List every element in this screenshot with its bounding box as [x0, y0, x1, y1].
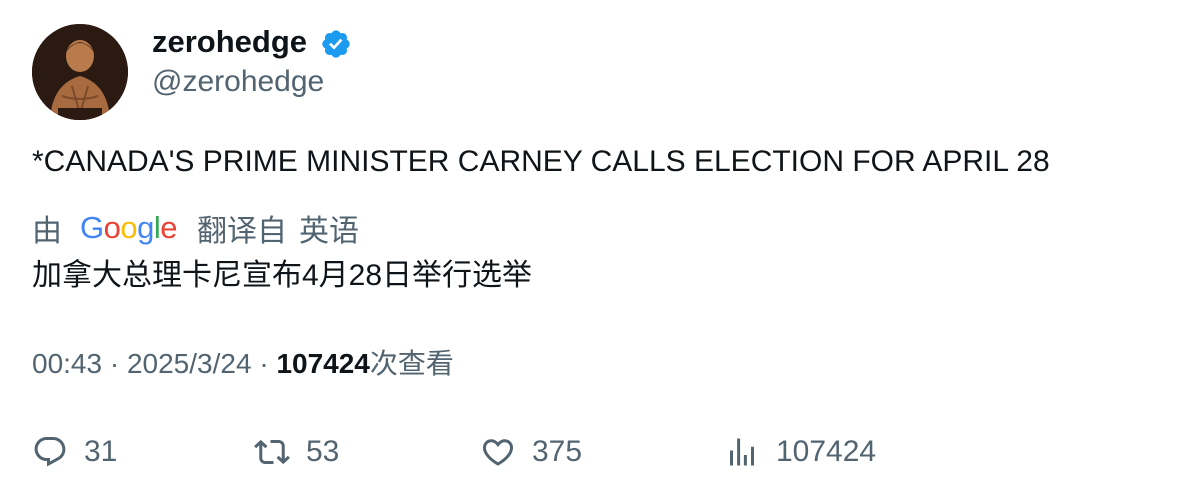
like-count: 375: [532, 435, 583, 468]
action-bar: 31 53 375 107424: [32, 432, 1132, 472]
tweet-text: *CANADA'S PRIME MINISTER CARNEY CALLS EL…: [32, 145, 1050, 178]
translation-by-label: 由: [32, 215, 62, 248]
verified-badge-icon[interactable]: [320, 28, 352, 60]
meta-separator-2: ·: [259, 348, 277, 379]
views-count: 107424: [276, 348, 370, 379]
retweet-count: 53: [306, 435, 340, 468]
analytics-icon: [730, 438, 754, 466]
author-handle[interactable]: @zerohedge: [152, 64, 324, 100]
tweet-time[interactable]: 00:43: [32, 348, 102, 379]
avatar[interactable]: [32, 24, 128, 120]
reply-button[interactable]: 31: [32, 432, 117, 472]
author-display-name[interactable]: zerohedge: [152, 24, 307, 60]
tweet-date[interactable]: 2025/3/24: [127, 348, 252, 379]
views-label: 次查看: [369, 348, 454, 379]
google-logo: Google: [80, 210, 178, 245]
like-button[interactable]: 375: [480, 432, 582, 472]
meta-separator: ·: [109, 348, 127, 379]
translation-from-label: 翻译自: [197, 215, 288, 248]
translation-source-language: 英语: [299, 215, 360, 248]
reply-icon: [34, 437, 66, 467]
retweet-button[interactable]: 53: [254, 432, 339, 472]
reply-count: 31: [84, 435, 118, 468]
avatar-image: [32, 24, 128, 120]
translated-text: 加拿大总理卡尼宣布4月28日举行选举: [32, 259, 533, 292]
translation-attribution: 由 Google 翻译自 英语: [32, 208, 359, 248]
tweet-meta: 00:43 · 2025/3/24 · 107424次查看: [32, 346, 454, 382]
heart-icon: [482, 439, 514, 466]
retweet-icon: [254, 439, 290, 465]
views-action-count: 107424: [776, 435, 877, 468]
views-button[interactable]: 107424: [724, 432, 876, 472]
